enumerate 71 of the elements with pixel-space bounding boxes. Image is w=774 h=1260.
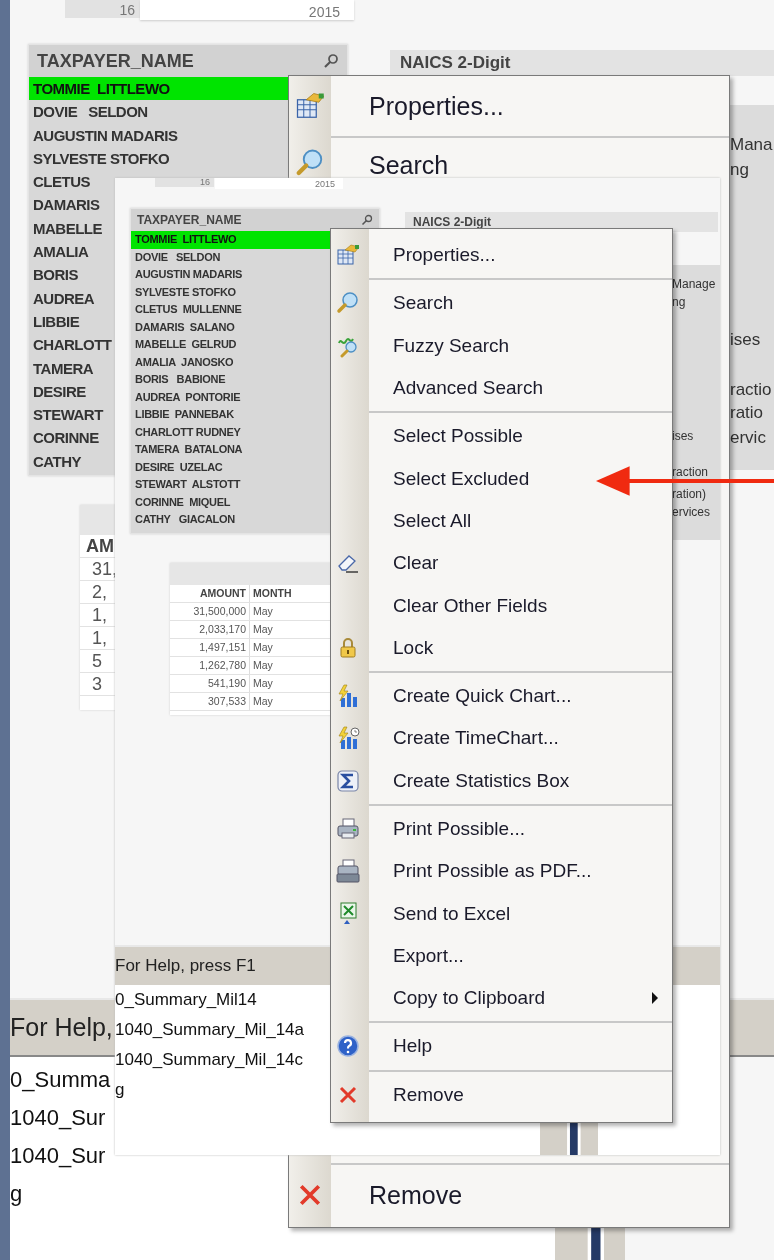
table-cell-text: May (252, 622, 273, 637)
menu-item[interactable]: Advanced Search (369, 366, 672, 410)
chart-clock-icon (336, 726, 360, 751)
properties-icon (336, 243, 360, 268)
table-cell-text: 2, (91, 581, 107, 603)
sigma-icon (336, 768, 360, 793)
table-cell-text: May (252, 676, 273, 691)
list-title: TAXPAYER_NAME (37, 50, 194, 72)
menu-item[interactable]: Search (331, 138, 729, 178)
search-icon (336, 291, 360, 316)
menu-item[interactable]: Clear Other Fields (369, 584, 672, 627)
list-item[interactable]: ervices (672, 505, 710, 519)
list-item[interactable]: ration) (672, 487, 706, 501)
list-item[interactable]: ng (730, 160, 749, 180)
menu-item[interactable]: Send to Excel (369, 892, 672, 935)
column-header[interactable]: AMOUNT (170, 585, 250, 602)
list-item[interactable]: ng (672, 295, 686, 309)
table-cell: 1,497,151 (170, 639, 250, 656)
table-cell-text: May (252, 640, 273, 655)
pdf-printer-icon (336, 859, 360, 884)
table-cell-text: 31, (91, 558, 118, 580)
table-cell: 307,533 (170, 693, 250, 710)
printer-icon (336, 817, 360, 841)
list-item[interactable]: ises (672, 429, 694, 443)
menu-item[interactable]: Print Possible as PDF... (369, 850, 672, 893)
dropdown-field[interactable]: 16 (65, 0, 141, 18)
menu-item[interactable]: Select All (369, 499, 672, 543)
table-cell-text: 1, (91, 604, 107, 626)
dropdown-field[interactable]: 16 (155, 178, 214, 187)
table-cell: 541,190 (170, 675, 250, 692)
menu-item[interactable]: Search (369, 282, 672, 325)
menu-item[interactable]: Print Possible... (369, 807, 672, 851)
menu-item[interactable]: Clear (369, 542, 672, 585)
help-icon (336, 1034, 360, 1059)
list-item[interactable]: Mana (730, 135, 773, 155)
menu-item[interactable]: Select Excluded (369, 457, 672, 500)
dropdown-field[interactable]: 2015 (215, 178, 343, 189)
search-icon[interactable] (361, 214, 373, 226)
list-title: NAICS 2-Digit (390, 50, 774, 76)
list-title: TAXPAYER_NAME (137, 213, 242, 227)
menu-item[interactable]: Fuzzy Search (369, 324, 672, 367)
table-cell-text: May (252, 658, 273, 673)
menu-item[interactable]: Create TimeChart... (369, 717, 672, 760)
menu-item[interactable]: Create Quick Chart... (369, 674, 672, 718)
menu-item[interactable]: Lock (369, 626, 672, 669)
table-cell-text: May (252, 694, 273, 709)
submenu-arrow-icon (652, 992, 658, 1005)
list-item[interactable]: Manage (672, 277, 716, 291)
list-item[interactable]: ises (730, 330, 761, 350)
table-cell: 31,500,000 (170, 603, 250, 620)
table-cell-text: May (252, 604, 273, 619)
table-cell: 1,262,780 (170, 657, 250, 674)
column-header[interactable]: MONTH (250, 585, 292, 602)
chart-lightning-icon (336, 684, 360, 709)
list-item[interactable]: ractio (730, 380, 772, 400)
menu-item[interactable]: Remove (369, 1073, 672, 1116)
list-item[interactable]: ratio (730, 403, 764, 423)
list-item[interactable]: ervic (730, 428, 766, 448)
list-item[interactable]: raction (672, 465, 709, 479)
dropdown-field[interactable]: 2015 (140, 0, 354, 20)
table-cell: 2,033,170 (170, 621, 250, 638)
table-cell-text: 1, (91, 627, 107, 649)
menu-item[interactable]: Select Possible (369, 415, 672, 458)
search-icon (295, 148, 325, 178)
menu-item[interactable]: Create Statistics Box (369, 759, 672, 802)
table-cell-text: 5 (91, 650, 102, 672)
search-icon[interactable] (323, 53, 339, 69)
properties-icon (295, 91, 325, 121)
column-header[interactable]: AM (80, 535, 114, 557)
menu-item[interactable]: Remove (331, 1165, 729, 1225)
table-cell-text: 3 (91, 673, 102, 695)
